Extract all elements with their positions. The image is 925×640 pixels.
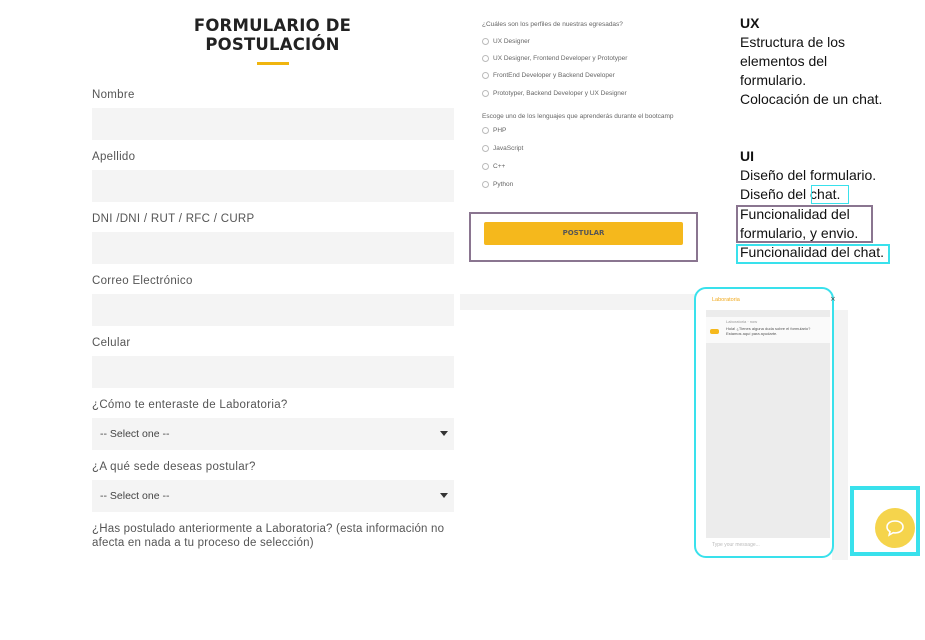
ux-note-line: Estructura de los	[740, 34, 846, 50]
radio-icon[interactable]	[482, 181, 489, 188]
radio-icon[interactable]	[482, 55, 489, 62]
postulado-question: ¿Has postulado anteriormente a Laborator…	[92, 523, 445, 549]
radio-icon[interactable]	[482, 127, 489, 134]
dni-input[interactable]	[92, 232, 454, 264]
caret-down-icon	[440, 431, 448, 436]
option-label: Python	[493, 181, 514, 189]
field-label-dni: DNI /DNI / RUT / RFC / CURP	[92, 213, 255, 225]
option-label: C++	[493, 163, 506, 171]
annotation-box-purple	[736, 205, 873, 243]
ux-note-line: elementos del	[740, 53, 828, 69]
chat-message-meta: Laboratoria · now	[726, 319, 758, 324]
chat-messages-area	[706, 310, 830, 538]
field-label-enteraste: ¿Cómo te enteraste de Laboratoria?	[92, 399, 288, 411]
profile-option[interactable]: FrontEnd Developer y Backend Developer	[482, 72, 615, 79]
close-icon[interactable]: ×	[830, 295, 836, 303]
correo-input[interactable]	[92, 294, 454, 326]
field-label-apellido: Apellido	[92, 151, 136, 163]
enteraste-select-value: -- Select one --	[100, 428, 170, 440]
sede-select-value: -- Select one --	[100, 490, 170, 502]
language-option[interactable]: JavaScript	[482, 145, 523, 152]
celular-input[interactable]	[92, 356, 454, 388]
option-label: JavaScript	[493, 145, 524, 153]
option-label: UX Designer, Frontend Developer y Protot…	[493, 55, 628, 63]
language-option[interactable]: C++	[482, 163, 505, 170]
form-title: FORMULARIO DE POSTULACIÓN	[193, 16, 352, 54]
languages-question: Escoge uno de los lenguajes que aprender…	[482, 113, 674, 120]
chat-avatar-icon	[710, 329, 719, 334]
chat-launcher-button[interactable]	[875, 508, 915, 548]
radio-icon[interactable]	[482, 38, 489, 45]
radio-icon[interactable]	[482, 163, 489, 170]
field-label-sede: ¿A qué sede deseas postular?	[92, 461, 256, 473]
profiles-question: ¿Cuáles son los perfiles de nuestras egr…	[482, 21, 623, 28]
enteraste-select[interactable]: -- Select one --	[92, 418, 454, 450]
ui-note-line: Diseño del formulario.	[740, 167, 877, 183]
option-label: Prototyper, Backend Developer y UX Desig…	[493, 90, 627, 98]
ux-note-line: formulario.	[740, 72, 807, 88]
option-label: PHP	[493, 127, 507, 135]
radio-icon[interactable]	[482, 145, 489, 152]
apellido-input[interactable]	[92, 170, 454, 202]
ui-heading: UI	[740, 148, 754, 164]
profile-option[interactable]: UX Designer, Frontend Developer y Protot…	[482, 55, 627, 62]
caret-down-icon	[440, 493, 448, 498]
field-label-nombre: Nombre	[92, 89, 135, 101]
chat-bubble-icon	[886, 520, 904, 537]
postular-button[interactable]: POSTULAR	[484, 222, 683, 245]
chat-message-text: Hola! ¿Tienes alguna duda sobre el formu…	[726, 326, 811, 336]
profile-option[interactable]: Prototyper, Backend Developer y UX Desig…	[482, 90, 627, 97]
annotation-box-cyan	[811, 185, 849, 204]
ux-heading: UX	[740, 15, 760, 31]
language-option[interactable]: PHP	[482, 127, 506, 134]
nombre-input[interactable]	[92, 108, 454, 140]
chat-header-title: Laboratoria	[712, 297, 740, 303]
option-label: FrontEnd Developer y Backend Developer	[493, 72, 615, 80]
option-label: UX Designer	[493, 38, 530, 46]
field-label-correo: Correo Electrónico	[92, 275, 193, 287]
background-band	[460, 294, 696, 310]
annotation-box-cyan	[736, 244, 890, 264]
chat-input[interactable]: Type your message...	[712, 542, 760, 548]
profile-option[interactable]: UX Designer	[482, 38, 530, 45]
background-panel	[832, 310, 848, 560]
language-option[interactable]: Python	[482, 181, 513, 188]
ux-note-line: Colocación de un chat.	[740, 91, 883, 107]
radio-icon[interactable]	[482, 90, 489, 97]
title-underline	[257, 62, 289, 65]
radio-icon[interactable]	[482, 72, 489, 79]
ui-note-prefix: Diseño del	[740, 186, 811, 202]
sede-select[interactable]: -- Select one --	[92, 480, 454, 512]
field-label-celular: Celular	[92, 337, 131, 349]
